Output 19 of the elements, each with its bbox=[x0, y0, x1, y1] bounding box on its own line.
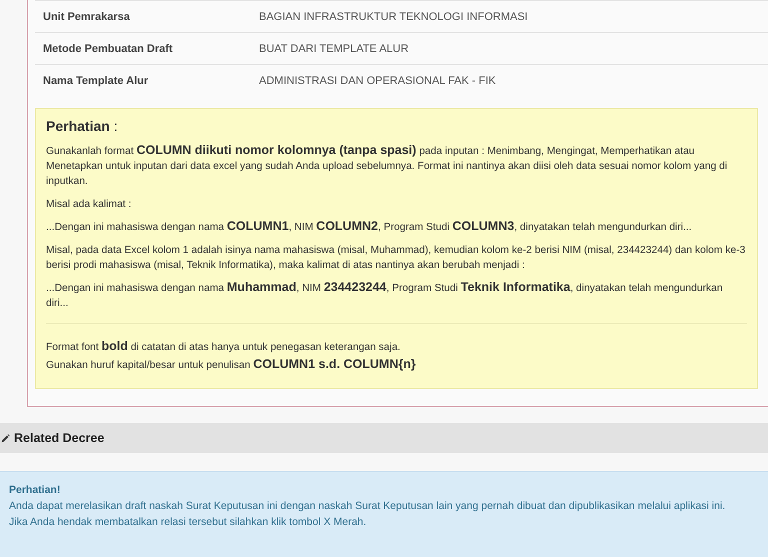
info-title: Perhatian! bbox=[9, 483, 62, 498]
field-label: Metode Pembuatan Draft bbox=[42, 42, 174, 54]
info-text: Anda dapat merelasikan draft naskah Surat Keputusan ini dengan naskah Surat Keputusan lain yang pernah dibuat dan dipublikasikan melalui aplikasi ini. bbox=[9, 499, 726, 514]
notice-paragraph: Gunakanlah format COLUMN diikuti nomor kolomnya (tanpa spasi) pada inputan : Menimbang, Mengingat, Memperhatikan atau Menetapkan untuk inputan dari data excel yang sudah Anda upload sebelumnya. Format ini nantinya akan diisi oleh data sesuai nomor kolom yang di inputkan. bbox=[46, 144, 728, 189]
notice-paragraph: Format font bold di catatan di atas hanya untuk penegasan keterangan saja. bbox=[46, 340, 402, 355]
notice-paragraph: ...Dengan ini mahasiswa dengan nama COLUMN1, NIM COLUMN2, Program Studi COLUMN3, dinyatakan telah mengundurkan diri... bbox=[46, 220, 693, 235]
field-label: Nama Template Alur bbox=[42, 74, 150, 86]
section-title: Related Decree bbox=[14, 431, 104, 445]
info-text: Jika Anda hendak membatalkan relasi tersebut silahkan klik tombol X Merah. bbox=[9, 515, 368, 530]
notice-paragraph: ...Dengan ini mahasiswa dengan nama Muhammad, NIM 234423244, Program Studi Teknik Informatika, dinyatakan telah mengundurkan diri... bbox=[46, 281, 724, 311]
notice-paragraph: Misal ada kalimat : bbox=[46, 198, 132, 212]
field-value: BUAT DARI TEMPLATE ALUR bbox=[259, 42, 409, 54]
field-label: Unit Pemrakarsa bbox=[42, 10, 131, 22]
notice-paragraph: Misal, pada data Excel kolom 1 adalah isinya nama mahasiswa (misal, Muhammad), kemudian kolom ke-2 berisi NIM (misal, 234423244) dan kolom ke-3 berisi prodi mahasiswa (misal, Teknik Informatika), maka kalimat di atas nantinya akan berubah menjadi : bbox=[46, 244, 746, 273]
field-value: ADMINISTRASI DAN OPERASIONAL FAK - FIK bbox=[259, 74, 496, 86]
field-value: BAGIAN INFRASTRUKTUR TEKNOLOGI INFORMASI bbox=[259, 10, 528, 22]
edit-icon bbox=[1, 434, 10, 442]
notice-title: Perhatian : bbox=[46, 118, 119, 134]
notice-paragraph: Gunakan huruf kapital/besar untuk penulisan COLUMN1 s.d. COLUMN{n} bbox=[46, 358, 417, 373]
